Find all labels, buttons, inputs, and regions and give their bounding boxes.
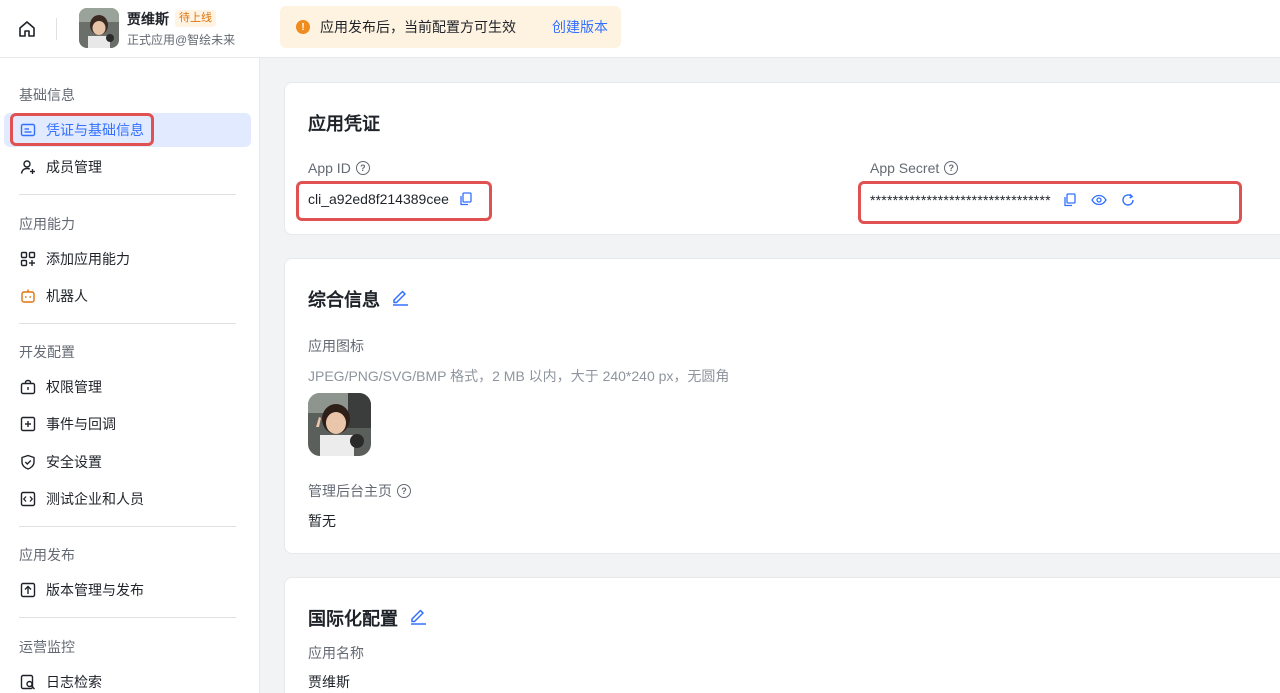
app-secret-value: ******************************** xyxy=(870,192,1051,208)
credentials-card: 应用凭证 App ID ? cli_a92ed8f214389cee App S… xyxy=(284,82,1280,235)
eye-icon xyxy=(1091,194,1107,206)
app-secret-field: ******************************** xyxy=(870,191,1137,209)
help-icon[interactable]: ? xyxy=(355,161,370,175)
app-secret-label: App Secret ? xyxy=(870,160,959,176)
help-icon[interactable]: ? xyxy=(397,484,411,498)
id-card-icon xyxy=(20,122,36,138)
app-id-label: App ID ? xyxy=(308,160,370,176)
sidebar-item-versions[interactable]: 版本管理与发布 xyxy=(4,573,251,607)
app-avatar[interactable] xyxy=(79,8,119,48)
home-button[interactable] xyxy=(14,16,40,42)
sidebar-item-test-tenants[interactable]: 测试企业和人员 xyxy=(4,482,251,516)
code-icon xyxy=(20,491,36,507)
sidebar-item-label: 测试企业和人员 xyxy=(46,491,144,507)
app-icon-hint: JPEG/PNG/SVG/BMP 格式，2 MB 以内，大于 240*240 p… xyxy=(308,368,730,384)
sidebar-group-basic: 基础信息 xyxy=(19,87,75,103)
i18n-card: 国际化配置 应用名称 贾维斯 xyxy=(284,577,1280,693)
app-name: 贾维斯 xyxy=(127,11,169,27)
i18n-title: 国际化配置 xyxy=(308,609,398,629)
refresh-icon xyxy=(1122,193,1134,206)
home-icon xyxy=(19,21,35,37)
edit-icon xyxy=(393,290,408,306)
help-icon[interactable]: ? xyxy=(944,161,959,175)
sidebar-item-add-capability[interactable]: 添加应用能力 xyxy=(4,242,251,276)
sidebar-item-robot[interactable]: 机器人 xyxy=(4,279,251,313)
copy-secret-button[interactable] xyxy=(1061,191,1079,209)
notice-text: 应用发布后，当前配置方可生效 xyxy=(320,19,516,35)
i18n-app-name-value: 贾维斯 xyxy=(308,674,350,690)
sidebar-item-label: 日志检索 xyxy=(46,674,102,690)
sidebar-divider xyxy=(19,194,236,195)
sidebar-divider xyxy=(19,526,236,527)
sidebar-divider xyxy=(19,323,236,324)
sidebar-group-monitoring: 运营监控 xyxy=(19,639,75,655)
log-search-icon xyxy=(20,674,36,690)
edit-i18n-button[interactable] xyxy=(409,607,427,630)
i18n-app-name-label: 应用名称 xyxy=(308,645,364,661)
sidebar-item-credentials[interactable]: 凭证与基础信息 xyxy=(4,113,251,147)
edit-icon xyxy=(411,609,426,625)
sidebar-divider xyxy=(19,617,236,618)
show-secret-button[interactable] xyxy=(1090,191,1108,209)
lock-box-icon xyxy=(20,379,36,395)
app-id-field: cli_a92ed8f214389cee xyxy=(308,190,475,208)
admin-home-label-text: 管理后台主页 xyxy=(308,483,392,499)
sidebar-item-label: 版本管理与发布 xyxy=(46,582,144,598)
general-title: 综合信息 xyxy=(308,290,380,310)
credentials-title: 应用凭证 xyxy=(308,114,380,134)
warning-icon: ! xyxy=(296,20,310,34)
app-subtitle: 正式应用@智绘未来 xyxy=(127,33,236,47)
admin-home-value: 暂无 xyxy=(308,513,336,529)
app-icon-label: 应用图标 xyxy=(308,338,364,354)
sidebar-item-label: 成员管理 xyxy=(46,159,102,175)
sidebar-item-label: 机器人 xyxy=(46,288,88,304)
copy-icon xyxy=(460,192,472,206)
reset-secret-button[interactable] xyxy=(1119,191,1137,209)
sidebar-item-security[interactable]: 安全设置 xyxy=(4,445,251,479)
sidebar: 基础信息 凭证与基础信息 成员管理 应用能力 添加应用能力 机器人 开发配置 权… xyxy=(0,58,260,693)
publish-notice: ! 应用发布后，当前配置方可生效 创建版本 xyxy=(280,6,621,48)
sidebar-item-logs[interactable]: 日志检索 xyxy=(4,665,251,693)
sidebar-group-capabilities: 应用能力 xyxy=(19,216,75,232)
sidebar-item-label: 事件与回调 xyxy=(46,416,116,432)
app-secret-label-text: App Secret xyxy=(870,160,940,176)
copy-app-id-button[interactable] xyxy=(457,190,475,208)
sidebar-item-members[interactable]: 成员管理 xyxy=(4,150,251,184)
sidebar-group-dev-config: 开发配置 xyxy=(19,344,75,360)
general-info-card: 综合信息 应用图标 JPEG/PNG/SVG/BMP 格式，2 MB 以内，大于… xyxy=(284,258,1280,554)
user-add-icon xyxy=(20,159,36,175)
create-version-link[interactable]: 创建版本 xyxy=(552,17,608,37)
event-plus-icon xyxy=(20,416,36,432)
sidebar-item-label: 添加应用能力 xyxy=(46,251,130,267)
app-icon-image[interactable] xyxy=(308,393,371,456)
top-bar: 贾维斯 待上线 正式应用@智绘未来 ! 应用发布后，当前配置方可生效 创建版本 xyxy=(0,0,1280,58)
shield-icon xyxy=(20,454,36,470)
app-id-value: cli_a92ed8f214389cee xyxy=(308,191,449,207)
sidebar-item-label: 安全设置 xyxy=(46,454,102,470)
sidebar-group-release: 应用发布 xyxy=(19,547,75,563)
copy-icon xyxy=(1064,193,1076,207)
admin-home-label: 管理后台主页 ? xyxy=(308,481,411,501)
sidebar-item-events[interactable]: 事件与回调 xyxy=(4,407,251,441)
sidebar-item-label: 凭证与基础信息 xyxy=(46,122,144,138)
sidebar-item-label: 权限管理 xyxy=(46,379,102,395)
edit-general-button[interactable] xyxy=(391,288,409,311)
sidebar-item-permissions[interactable]: 权限管理 xyxy=(4,370,251,404)
status-badge: 待上线 xyxy=(175,10,216,27)
app-id-label-text: App ID xyxy=(308,160,351,176)
robot-icon xyxy=(20,288,36,304)
topbar-divider xyxy=(56,18,57,40)
apps-add-icon xyxy=(20,251,36,267)
upload-icon xyxy=(20,582,36,598)
